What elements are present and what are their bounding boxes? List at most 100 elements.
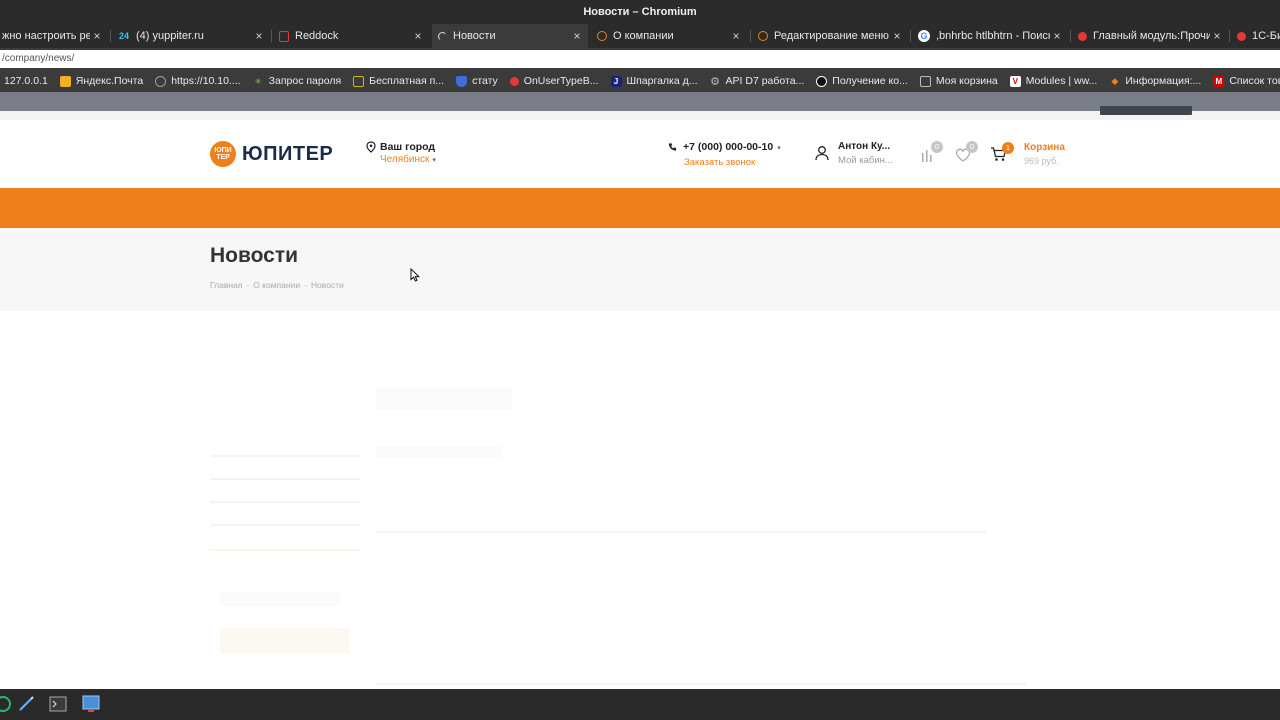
tab-1[interactable]: жно настроить реги × — [0, 24, 108, 48]
os-taskbar — [0, 689, 1280, 720]
app-icon[interactable] — [0, 695, 12, 713]
tab-label: Главный модуль:Прочие — [1093, 30, 1210, 42]
tab-label: жно настроить реги — [2, 30, 90, 42]
page-title-area: Новости Главная - О компании - Новости — [0, 228, 1280, 310]
admin-panel-strip — [0, 92, 1280, 120]
location-pin-icon — [366, 141, 376, 153]
cart-count-badge: 1 — [1002, 142, 1014, 154]
bitrix-icon — [1078, 31, 1087, 41]
pen-icon[interactable] — [17, 695, 35, 713]
breadcrumb-current: Новости — [310, 280, 344, 290]
terminal-icon[interactable] — [49, 695, 67, 713]
close-icon[interactable]: × — [90, 29, 104, 43]
loading-placeholder — [210, 478, 360, 480]
site-logo[interactable]: ЮПИ ТЕР ЮПИТЕР — [210, 140, 333, 168]
network-icon[interactable] — [82, 695, 100, 713]
tab-strip: жно настроить реги × 24 (4) yuppiter.ru … — [0, 24, 1280, 48]
phone-number: +7 (000) 000-00-10 ▾ — [683, 141, 781, 153]
mail-icon — [59, 75, 71, 87]
tab-label: Reddock — [295, 30, 339, 42]
bookmark-modules[interactable]: V Modules | ww... — [1009, 75, 1097, 87]
breadcrumb-separator: - — [246, 280, 250, 290]
breadcrumb-company[interactable]: О компании — [253, 280, 300, 290]
loading-placeholder — [376, 446, 502, 458]
url-input[interactable]: /company/news/ — [0, 50, 1280, 68]
image-icon — [353, 75, 365, 87]
bitrix24-icon: ✳ — [254, 76, 262, 86]
close-icon[interactable]: × — [890, 29, 904, 43]
tab-label: Редактирование меню - с — [774, 30, 890, 42]
bookmark-label: Яндекс.Почта — [75, 75, 144, 87]
loading-placeholder — [210, 524, 360, 526]
bookmark-password-request[interactable]: ✳ Запрос пароля — [253, 75, 342, 87]
tab-4[interactable]: Новости × — [432, 24, 588, 48]
tab-5[interactable]: О компании × — [591, 24, 747, 48]
tab-9[interactable]: 1С-Бит — [1231, 24, 1280, 48]
user-icon — [815, 146, 829, 161]
google-icon: G — [918, 30, 930, 42]
gear-icon: ⚙ — [710, 75, 720, 88]
bookmark-onusertype[interactable]: OnUserTypeB... — [509, 75, 599, 87]
globe-icon — [758, 31, 768, 41]
bookmark-status[interactable]: стату — [456, 75, 498, 87]
bookmark-label: Запрос пароля — [268, 75, 342, 87]
close-icon[interactable]: × — [729, 29, 743, 43]
loading-placeholder — [210, 501, 360, 503]
bookmark-free[interactable]: Бесплатная п... — [353, 75, 444, 87]
github-icon — [816, 75, 828, 87]
bookmark-product-list[interactable]: M Список товар — [1213, 75, 1280, 87]
tab-7[interactable]: G ,bnhrbc htlbhtrn - Поиск в × — [912, 24, 1068, 48]
logo-text: ЮПИТЕР — [242, 142, 334, 165]
tab-label: ,bnhrbc htlbhtrn - Поиск в — [936, 30, 1050, 42]
bitrix-icon — [509, 76, 519, 86]
window-title: Новости – Chromium — [0, 0, 1280, 24]
bookmark-label: Моя корзина — [935, 75, 998, 87]
image-icon — [919, 75, 931, 87]
loading-placeholder — [376, 683, 1026, 685]
tab-3[interactable]: Reddock × — [273, 24, 429, 48]
site-header: ЮПИ ТЕР ЮПИТЕР Ваш город Челябинск ▾ +7 (… — [0, 120, 1280, 188]
bookmark-info[interactable]: ◆ Информация:... — [1109, 75, 1201, 87]
breadcrumb-separator: - — [304, 280, 307, 290]
bitrix-icon — [1237, 31, 1246, 41]
v-icon: V — [1009, 75, 1021, 87]
close-icon[interactable]: × — [252, 29, 266, 43]
loading-placeholder — [220, 628, 350, 654]
bookmark-ip-link[interactable]: https://10.10.... — [155, 75, 241, 87]
tab-8[interactable]: Главный модуль:Прочие × — [1072, 24, 1228, 48]
close-icon[interactable]: × — [411, 29, 425, 43]
close-icon[interactable]: × — [1210, 29, 1224, 43]
loading-placeholder — [210, 455, 360, 457]
bookmark-github[interactable]: Получение ко... — [816, 75, 908, 87]
bookmark-label: 127.0.0.1 — [4, 75, 48, 87]
tab-6[interactable]: Редактирование меню - с × — [752, 24, 908, 48]
loading-placeholder — [220, 592, 340, 606]
loading-placeholder — [376, 388, 512, 410]
mouse-cursor-icon — [410, 268, 420, 282]
close-icon[interactable]: × — [1050, 29, 1064, 43]
bookmark-label: https://10.10.... — [171, 75, 241, 87]
chevron-down-icon: ▾ — [777, 145, 781, 152]
callback-link[interactable]: Заказать звонок — [684, 157, 755, 168]
loading-placeholder — [376, 531, 986, 533]
bookmark-localhost[interactable]: 127.0.0.1 — [4, 75, 48, 87]
close-icon[interactable]: × — [570, 29, 584, 43]
tab-label: (4) yuppiter.ru — [136, 30, 204, 42]
breadcrumb-home[interactable]: Главная — [210, 280, 242, 290]
tab-2[interactable]: 24 (4) yuppiter.ru × — [112, 24, 270, 48]
city-label: Ваш город — [380, 141, 436, 153]
admin-panel-button[interactable] — [1100, 106, 1192, 115]
bookmark-yandex-mail[interactable]: Яндекс.Почта — [59, 75, 144, 87]
bookmark-label: Бесплатная п... — [369, 75, 445, 87]
bookmark-api-d7[interactable]: ⚙ API D7 работа... — [710, 75, 804, 88]
compare-button[interactable]: 0 — [920, 141, 943, 163]
bookmark-my-cart[interactable]: Моя корзина — [919, 75, 998, 87]
breadcrumb: Главная - О компании - Новости — [210, 280, 344, 290]
user-cabinet-link[interactable]: Мой кабин... — [838, 155, 893, 166]
m-icon: M — [1213, 75, 1225, 87]
page-title: Новости — [210, 244, 299, 267]
phone-icon — [668, 143, 677, 151]
favorites-button[interactable]: 0 — [955, 141, 978, 163]
globe-icon — [597, 31, 607, 41]
bookmark-cheatsheet[interactable]: J Шпаргалка д... — [610, 75, 698, 87]
